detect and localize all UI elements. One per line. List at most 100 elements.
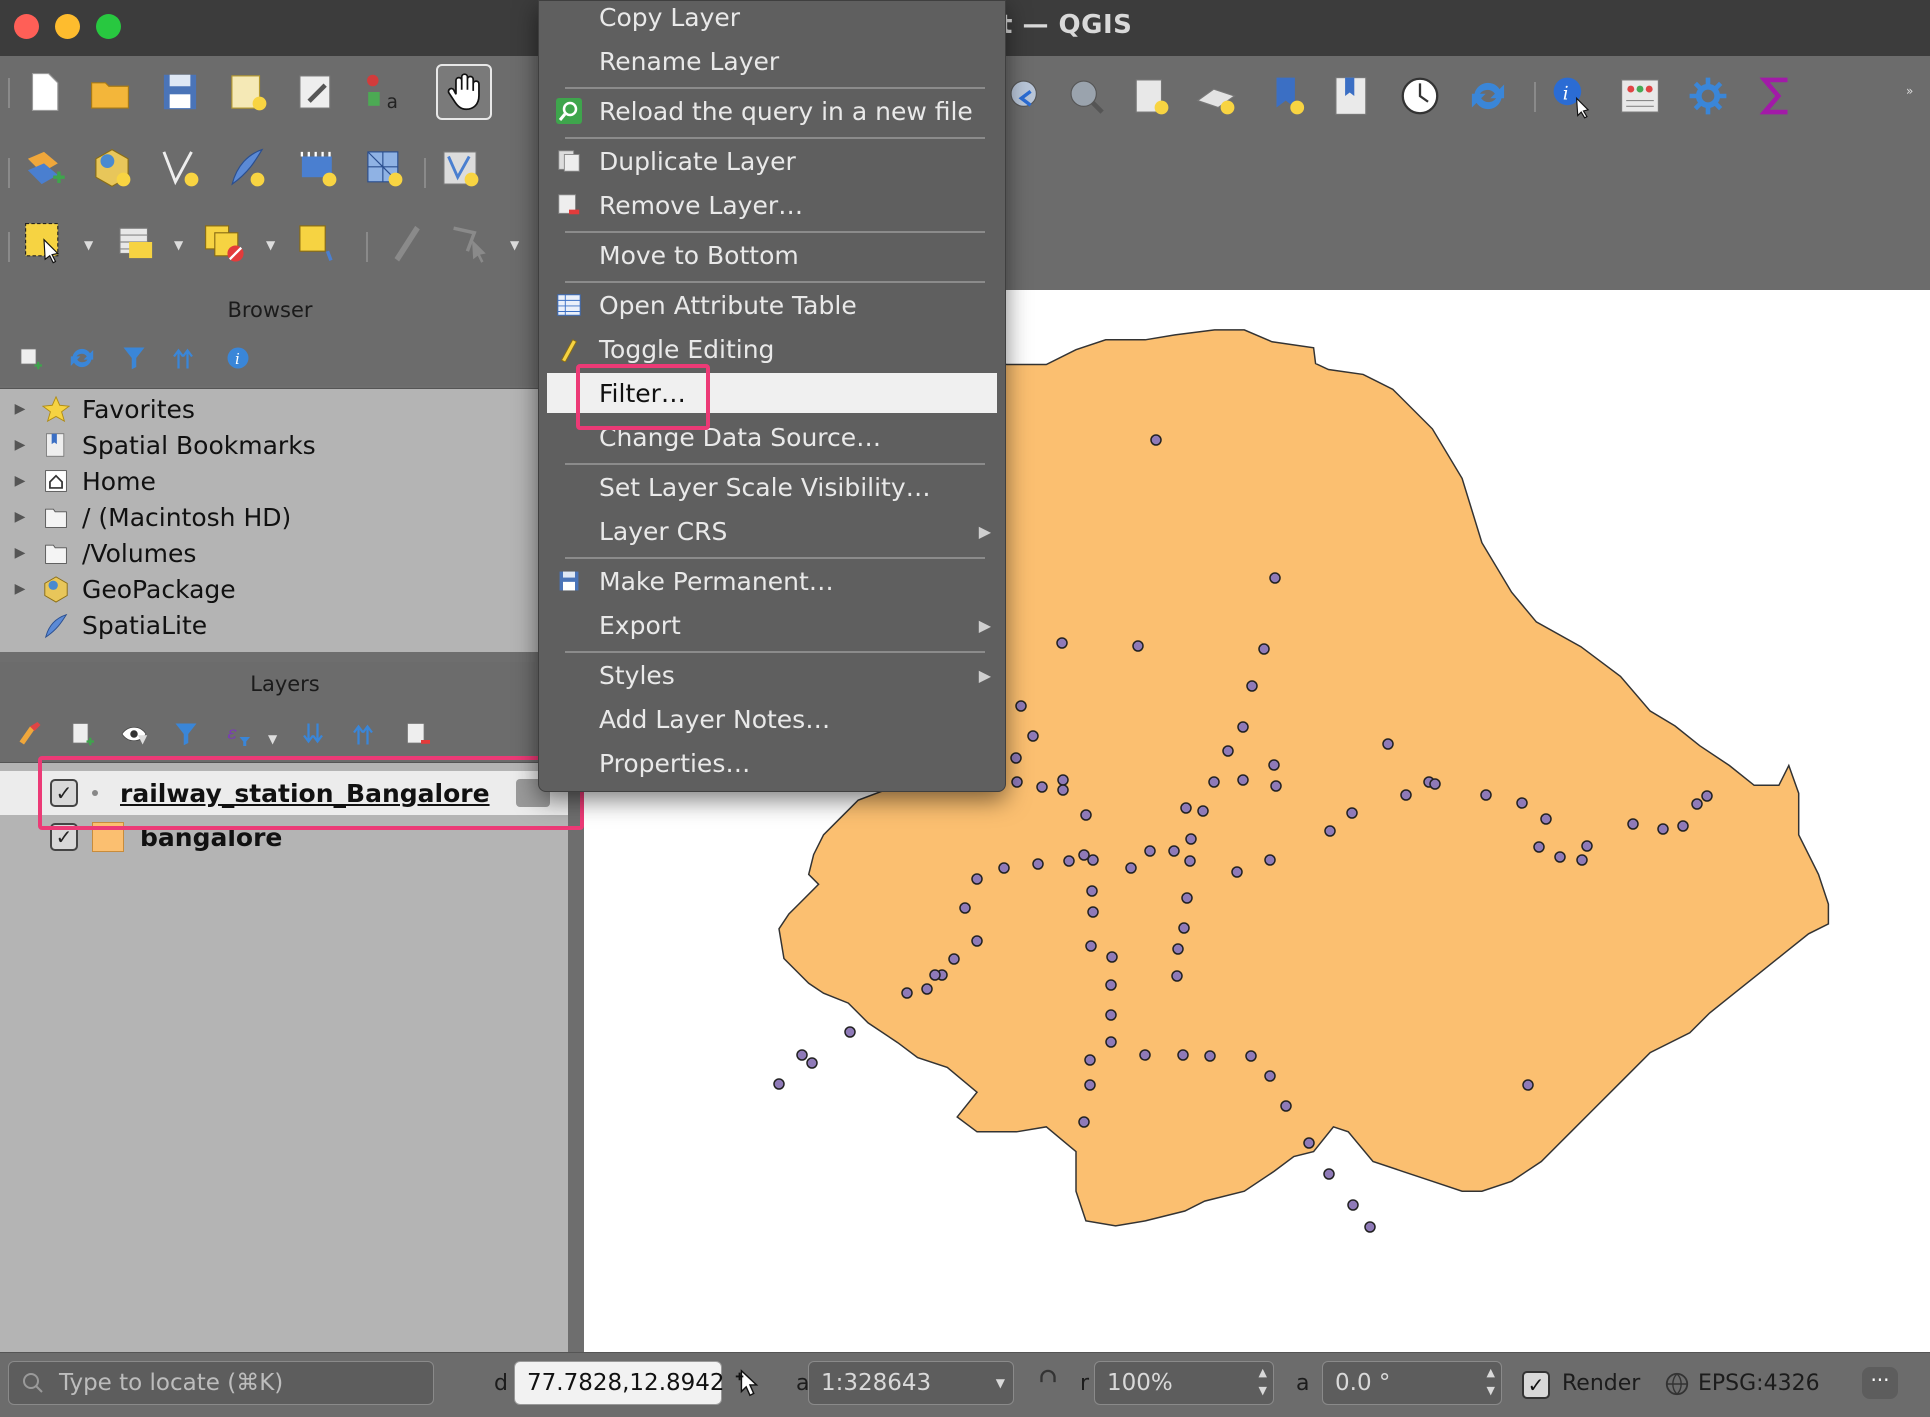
- digitize-pencil-icon[interactable]: [380, 216, 432, 268]
- pan-map-icon[interactable]: [436, 64, 492, 120]
- expand-all-icon[interactable]: [290, 708, 342, 760]
- expand-arrow-icon[interactable]: ▶: [0, 581, 40, 597]
- folder-icon: [40, 538, 72, 568]
- menu-item-export[interactable]: Export ▶: [539, 605, 1005, 645]
- new-print-layout-icon[interactable]: [222, 66, 274, 118]
- menu-item-remove-layer[interactable]: Remove Layer…: [539, 185, 1005, 225]
- coordinate-field[interactable]: 77.7828,12.8942: [514, 1361, 725, 1405]
- browser-item-spatialite[interactable]: SpatiaLite: [0, 607, 538, 643]
- menu-item-scale-visibility[interactable]: Set Layer Scale Visibility…: [539, 467, 1005, 507]
- filter-browser-icon[interactable]: [108, 332, 160, 384]
- rotation-spinbox[interactable]: 0.0 ° ▲ ▼: [1322, 1361, 1502, 1405]
- browser-item-volumes[interactable]: ▶ /Volumes: [0, 535, 538, 571]
- remove-layer-icon[interactable]: [392, 708, 444, 760]
- new-map-view-icon[interactable]: [1190, 70, 1242, 122]
- refresh-browser-icon[interactable]: [56, 332, 108, 384]
- browser-item-home[interactable]: ▶ Home: [0, 463, 538, 499]
- new-temporary-scratch-layer-icon[interactable]: [434, 142, 486, 194]
- menu-item-make-permanent[interactable]: Make Permanent…: [539, 561, 1005, 601]
- processing-toolbox-icon[interactable]: [1682, 70, 1734, 122]
- menu-item-duplicate-layer[interactable]: Duplicate Layer: [539, 141, 1005, 181]
- browser-item-label: /Volumes: [82, 538, 197, 568]
- locate-search-input[interactable]: Type to locate (⌘K): [8, 1361, 434, 1405]
- menu-item-layer-crs[interactable]: Layer CRS ▶: [539, 511, 1005, 551]
- new-virtual-layer-icon[interactable]: [292, 142, 344, 194]
- toolbar-overflow-icon[interactable]: »: [1906, 84, 1913, 98]
- dropdown-arrow-icon[interactable]: ▼: [510, 238, 519, 252]
- minimize-window-button[interactable]: [55, 14, 80, 39]
- new-bookmark-icon[interactable]: [1124, 70, 1176, 122]
- collapse-all-icon[interactable]: [340, 708, 392, 760]
- open-field-calculator-icon[interactable]: [1614, 70, 1666, 122]
- new-project-icon[interactable]: [18, 66, 70, 118]
- menu-item-toggle-editing[interactable]: Toggle Editing: [539, 329, 1005, 369]
- layers-tree: ✓ railway_station_Bangalore ✓ bangalore: [0, 762, 568, 1353]
- style-manager-icon[interactable]: a: [356, 66, 408, 118]
- zoom-last-icon[interactable]: [1000, 70, 1052, 122]
- attribute-table-selection-icon[interactable]: [110, 216, 162, 268]
- refresh-icon[interactable]: [1462, 70, 1514, 122]
- select-by-value-icon[interactable]: [290, 216, 342, 268]
- zoom-window-button[interactable]: [96, 14, 121, 39]
- menu-item-open-attribute-table[interactable]: Open Attribute Table: [539, 285, 1005, 325]
- vertex-tool-icon[interactable]: [446, 216, 498, 268]
- dropdown-arrow-icon[interactable]: ▼: [84, 238, 93, 252]
- add-selected-layers-icon[interactable]: [4, 332, 56, 384]
- render-checkbox[interactable]: ✓: [1522, 1371, 1550, 1399]
- data-source-manager-icon[interactable]: [18, 142, 70, 194]
- crs-label[interactable]: EPSG:4326: [1698, 1371, 1820, 1396]
- expand-arrow-icon[interactable]: ▶: [0, 437, 40, 453]
- browser-item-macintosh-hd[interactable]: ▶ / (Macintosh HD): [0, 499, 538, 535]
- magnifier-spinbox[interactable]: 100% ▲ ▼: [1094, 1361, 1274, 1405]
- menu-item-properties[interactable]: Properties…: [539, 743, 1005, 783]
- dropdown-arrow-icon[interactable]: ▼: [138, 732, 147, 746]
- menu-item-move-to-bottom[interactable]: Move to Bottom: [539, 235, 1005, 275]
- add-group-icon[interactable]: [56, 708, 108, 760]
- temporal-controller-icon[interactable]: [1394, 70, 1446, 122]
- identify-features-icon[interactable]: i: [1546, 70, 1598, 122]
- manage-visibility-eye-icon[interactable]: [108, 708, 160, 760]
- menu-item-styles[interactable]: Styles ▶: [539, 655, 1005, 695]
- messages-icon[interactable]: ···: [1862, 1367, 1898, 1399]
- show-bookmarks-icon[interactable]: [1326, 70, 1378, 122]
- close-window-button[interactable]: [14, 14, 39, 39]
- browser-item-favorites[interactable]: ▶ Favorites: [0, 391, 538, 427]
- collapse-all-icon[interactable]: [160, 332, 212, 384]
- dropdown-arrow-icon[interactable]: ▼: [268, 732, 277, 746]
- new-shapefile-layer-icon[interactable]: [154, 142, 206, 194]
- open-project-icon[interactable]: [84, 66, 136, 118]
- expand-arrow-icon[interactable]: ▶: [0, 545, 40, 561]
- browser-item-geopackage[interactable]: ▶ GeoPackage: [0, 571, 538, 607]
- select-features-icon[interactable]: [18, 216, 70, 268]
- open-layer-styling-icon[interactable]: [4, 708, 56, 760]
- crs-globe-icon[interactable]: [1664, 1371, 1692, 1399]
- new-spatialite-layer-icon[interactable]: [220, 142, 272, 194]
- new-3d-view-icon[interactable]: [1262, 70, 1314, 122]
- menu-item-reload-query[interactable]: Reload the query in a new file: [539, 91, 1005, 131]
- zoom-next-icon[interactable]: [1060, 70, 1112, 122]
- statistical-summary-icon[interactable]: [1750, 70, 1802, 122]
- submenu-arrow-icon: ▶: [978, 615, 991, 635]
- browser-item-spatial-bookmarks[interactable]: ▶ Spatial Bookmarks: [0, 427, 538, 463]
- menu-item-copy-layer[interactable]: Copy Layer: [539, 0, 1005, 37]
- new-mesh-layer-icon[interactable]: [358, 142, 410, 194]
- layer-highlight-annotation: [38, 756, 584, 830]
- new-geopackage-layer-icon[interactable]: [86, 142, 138, 194]
- save-project-icon[interactable]: [154, 66, 206, 118]
- menu-separator: [565, 87, 985, 89]
- expand-arrow-icon[interactable]: ▶: [0, 401, 40, 417]
- deselect-features-icon[interactable]: [198, 216, 250, 268]
- toggle-extents-mouse-icon[interactable]: [732, 1367, 768, 1403]
- scale-combo[interactable]: 1:328643 ▼: [808, 1361, 1014, 1405]
- expand-arrow-icon[interactable]: ▶: [0, 509, 40, 525]
- dropdown-arrow-icon[interactable]: ▼: [266, 238, 275, 252]
- lock-scale-icon[interactable]: [1034, 1369, 1064, 1399]
- properties-info-icon[interactable]: i: [212, 332, 264, 384]
- expand-arrow-icon[interactable]: ▶: [0, 473, 40, 489]
- menu-item-rename-layer[interactable]: Rename Layer: [539, 41, 1005, 81]
- layout-manager-icon[interactable]: [290, 66, 342, 118]
- dropdown-arrow-icon[interactable]: ▼: [174, 238, 183, 252]
- filter-legend-icon[interactable]: [160, 708, 212, 760]
- filter-by-expression-icon[interactable]: ε: [212, 708, 264, 760]
- menu-item-add-layer-notes[interactable]: Add Layer Notes…: [539, 699, 1005, 739]
